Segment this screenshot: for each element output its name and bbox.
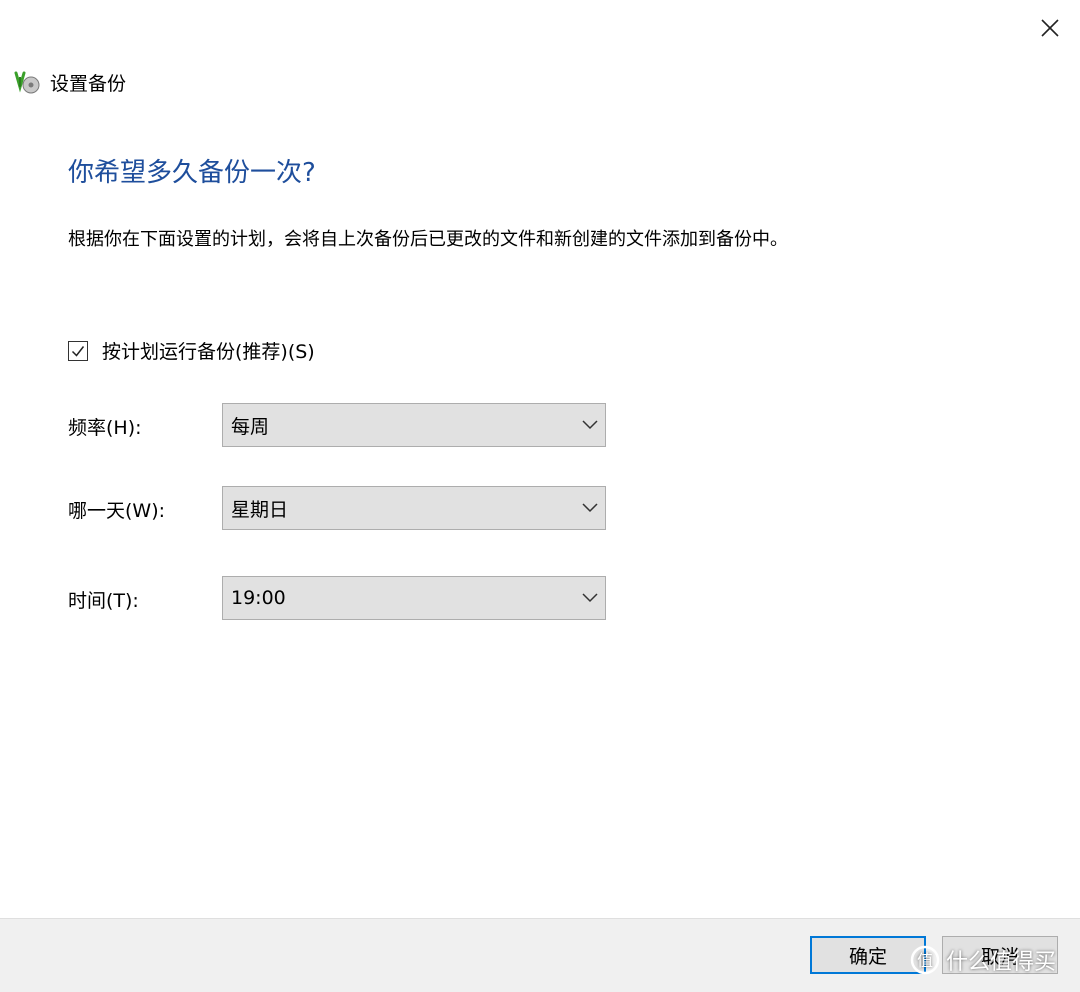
day-select-value: 星期日 [231, 498, 289, 521]
day-select[interactable]: 星期日 [222, 486, 606, 530]
backup-app-icon [12, 67, 42, 97]
frequency-select[interactable]: 每周 [222, 403, 606, 447]
backup-settings-window: 设置备份 你希望多久备份一次? 根据你在下面设置的计划，会将自上次备份后已更改的… [0, 0, 1080, 992]
window-title: 设置备份 [50, 72, 127, 95]
title-bar: 设置备份 [12, 66, 126, 98]
schedule-checkbox[interactable] [68, 340, 88, 361]
chevron-down-icon [575, 420, 605, 430]
page-heading: 你希望多久备份一次? [68, 158, 316, 188]
close-button[interactable] [1030, 10, 1070, 46]
close-icon [1041, 19, 1059, 37]
frequency-label: 频率(H): [68, 417, 142, 439]
schedule-checkbox-label: 按计划运行备份(推荐)(S) [102, 341, 315, 363]
cancel-button[interactable]: 取消 [942, 936, 1058, 974]
chevron-down-icon [575, 593, 605, 603]
time-select[interactable]: 19:00 [222, 576, 606, 620]
frequency-select-value: 每周 [231, 415, 270, 438]
schedule-checkbox-row[interactable]: 按计划运行备份(推荐)(S) [68, 337, 315, 364]
chevron-down-icon [575, 503, 605, 513]
dialog-footer: 确定 取消 [0, 918, 1080, 992]
time-label: 时间(T): [68, 590, 139, 612]
page-description: 根据你在下面设置的计划，会将自上次备份后已更改的文件和新创建的文件添加到备份中。 [68, 229, 788, 250]
day-label: 哪一天(W): [68, 500, 166, 522]
time-select-value: 19:00 [231, 587, 286, 609]
ok-button[interactable]: 确定 [810, 936, 926, 974]
check-icon [71, 345, 85, 357]
